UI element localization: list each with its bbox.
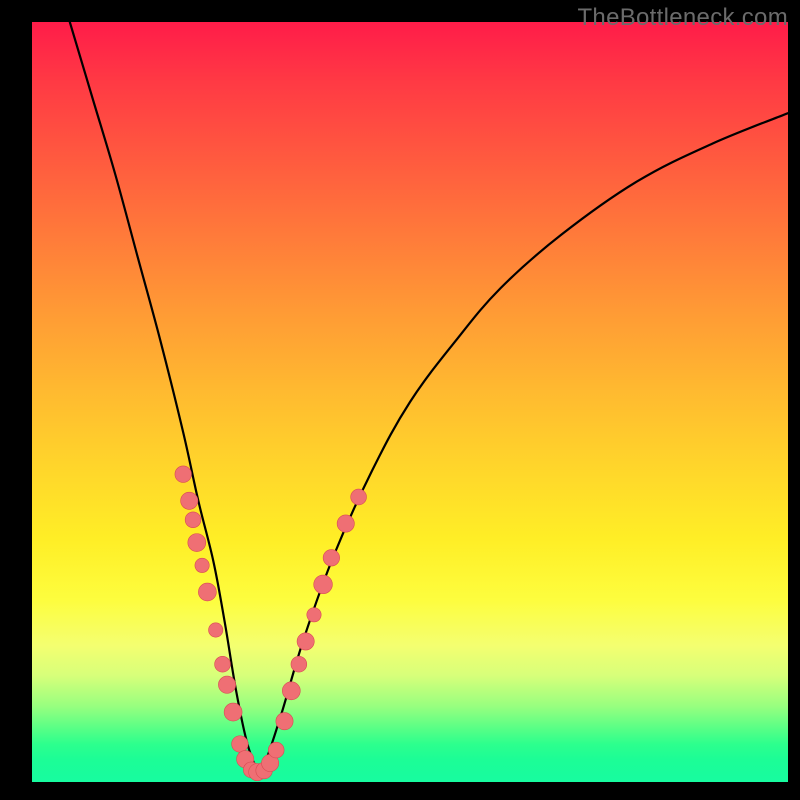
- data-marker: [351, 489, 367, 505]
- data-marker: [188, 534, 206, 552]
- chart-frame: TheBottleneck.com: [0, 0, 800, 800]
- watermark-text: TheBottleneck.com: [577, 4, 788, 32]
- data-marker: [307, 608, 321, 622]
- data-marker: [268, 742, 284, 758]
- data-marker: [297, 633, 314, 650]
- data-marker: [185, 512, 201, 528]
- data-marker: [175, 466, 192, 483]
- data-marker: [337, 515, 354, 532]
- data-marker: [282, 682, 300, 700]
- data-marker: [291, 656, 307, 672]
- data-marker: [181, 492, 198, 509]
- data-marker: [232, 736, 249, 753]
- data-marker: [314, 575, 333, 594]
- data-marker: [215, 656, 231, 672]
- data-marker: [218, 676, 235, 693]
- chart-svg: [32, 22, 788, 782]
- data-marker: [224, 703, 242, 721]
- plot-area: [32, 22, 788, 782]
- curve-path: [70, 22, 788, 771]
- data-marker: [198, 583, 216, 601]
- data-marker: [323, 550, 340, 567]
- data-marker: [276, 713, 293, 730]
- data-marker: [195, 558, 209, 572]
- marker-group: [175, 466, 367, 781]
- data-marker: [209, 623, 223, 637]
